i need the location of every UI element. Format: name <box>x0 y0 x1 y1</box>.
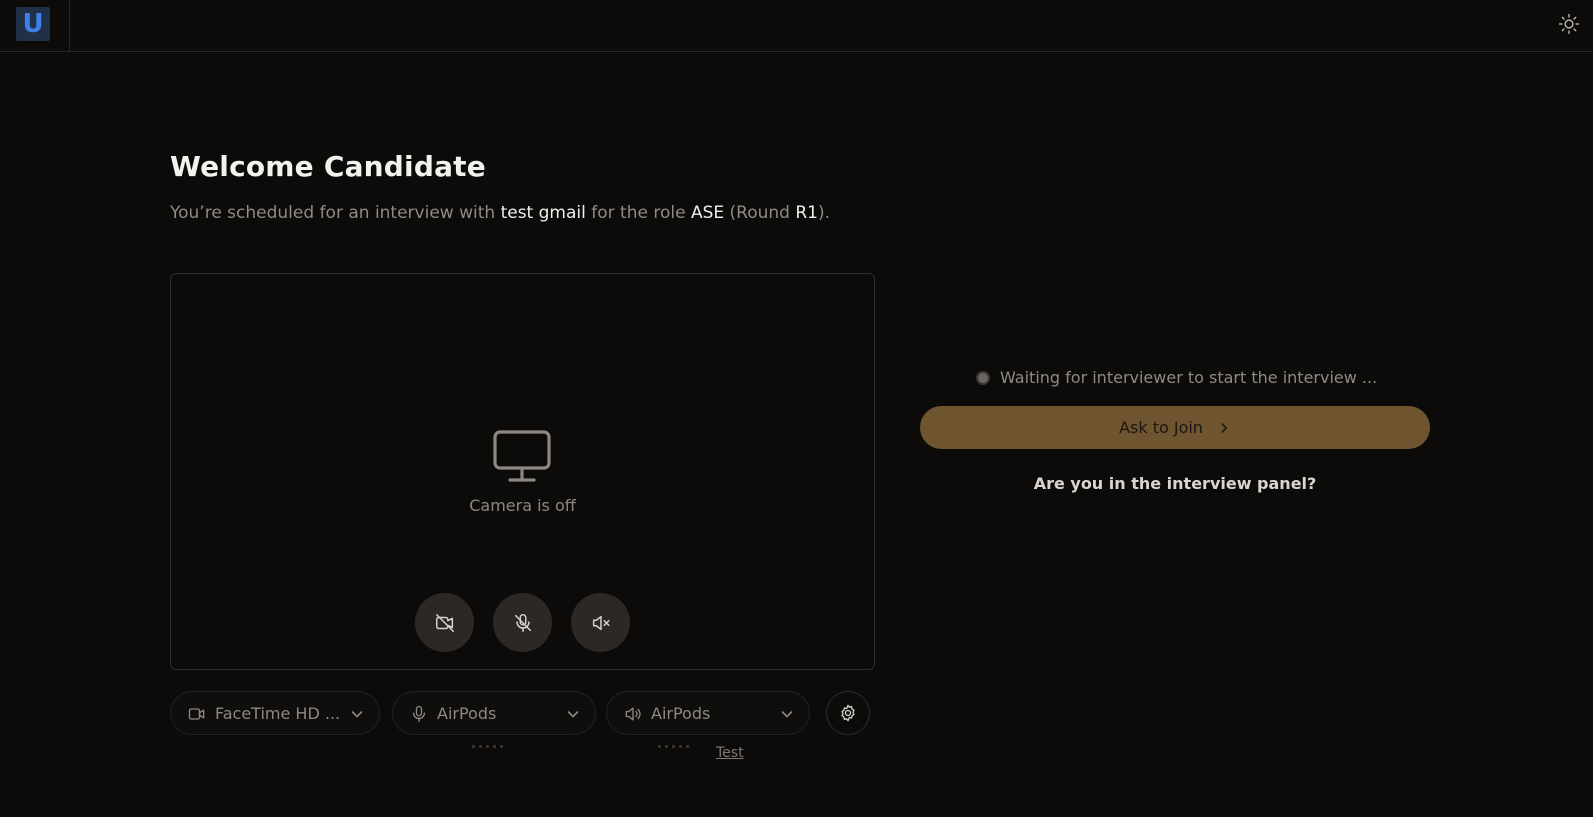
camera-status-text: Camera is off <box>469 496 576 515</box>
chevron-down-icon <box>567 711 579 718</box>
logo-container: U <box>0 0 70 52</box>
speaker-select[interactable]: AirPods <box>606 691 810 735</box>
mic-off-icon <box>514 613 531 632</box>
speaker-select-label: AirPods <box>651 704 711 723</box>
sun-icon <box>1558 13 1580 35</box>
chevron-down-icon <box>351 711 363 718</box>
ask-to-join-button[interactable]: Ask to Join <box>920 406 1430 449</box>
chevron-down-icon <box>781 711 793 718</box>
ask-to-join-label: Ask to Join <box>1119 418 1203 437</box>
subtitle-prefix: You’re scheduled for an interview with <box>170 203 501 223</box>
video-off-icon <box>435 613 454 632</box>
interviewer-name: test gmail <box>500 203 586 223</box>
subtitle-mid: for the role <box>585 203 691 223</box>
app-logo[interactable]: U <box>16 7 50 41</box>
theme-toggle-button[interactable] <box>1555 10 1583 38</box>
video-camera-icon <box>188 708 205 720</box>
camera-select-label: FaceTime HD ... <box>215 704 341 723</box>
round-suffix: ). <box>817 203 831 223</box>
top-bar: U <box>0 0 1593 52</box>
chevron-right-icon <box>1221 422 1228 433</box>
gear-icon <box>841 704 855 722</box>
camera-select[interactable]: FaceTime HD ... <box>170 691 380 735</box>
round-prefix: (Round <box>724 203 796 223</box>
mic-level-meter <box>472 745 503 748</box>
speaker-toggle-button[interactable] <box>571 593 630 652</box>
speaker-icon <box>625 707 641 721</box>
page-title: Welcome Candidate <box>170 150 486 183</box>
interview-panel-link[interactable]: Are you in the interview panel? <box>920 474 1430 493</box>
microphone-icon <box>412 705 426 723</box>
speaker-level-meter <box>658 745 689 748</box>
round-name: R1 <box>795 203 818 223</box>
microphone-select[interactable]: AirPods <box>392 691 596 735</box>
speaker-test-link[interactable]: Test <box>716 745 744 761</box>
volume-mute-icon <box>592 615 610 630</box>
mic-toggle-button[interactable] <box>493 593 552 652</box>
waiting-status: Waiting for interviewer to start the int… <box>978 368 1377 387</box>
status-dot <box>978 372 988 383</box>
microphone-select-label: AirPods <box>437 704 497 723</box>
camera-toggle-button[interactable] <box>415 593 474 652</box>
monitor-icon <box>493 430 551 482</box>
role-name: ASE <box>690 203 725 223</box>
interview-subtitle: You’re scheduled for an interview with t… <box>170 203 830 223</box>
camera-preview: Camera is off <box>170 273 875 670</box>
device-settings-button[interactable] <box>826 691 870 735</box>
waiting-status-text: Waiting for interviewer to start the int… <box>1000 368 1378 387</box>
